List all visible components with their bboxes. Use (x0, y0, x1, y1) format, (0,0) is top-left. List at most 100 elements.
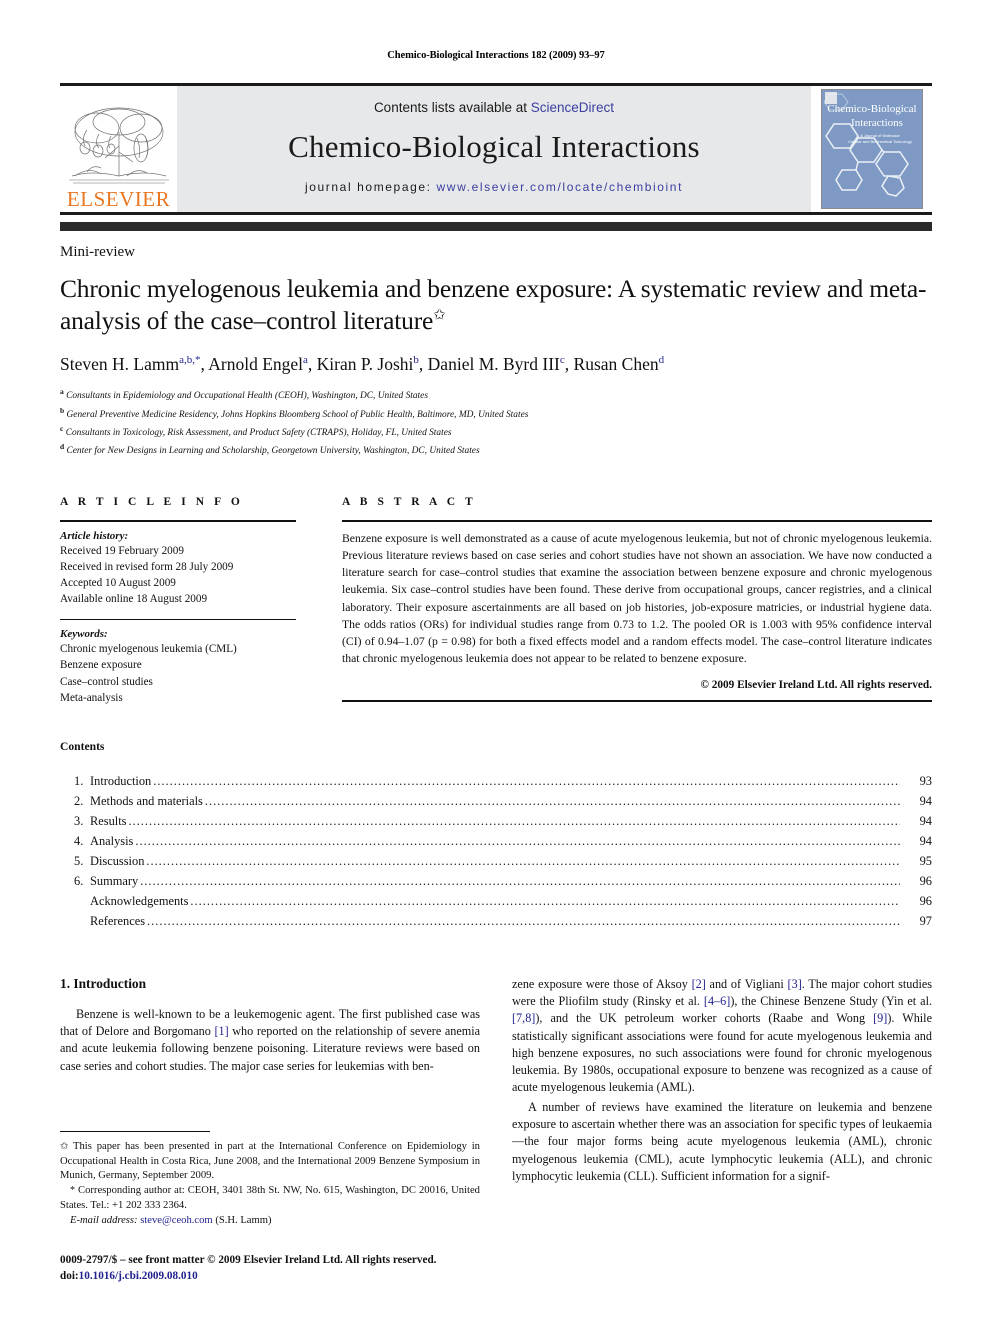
toc-page-number: 94 (919, 793, 932, 808)
doi-label: doi: (60, 1270, 79, 1283)
doi-line: doi:10.1016/j.cbi.2009.08.010 (60, 1268, 480, 1284)
affiliation-mark: d (60, 442, 65, 452)
footnote-separator (60, 1130, 210, 1132)
affiliation-mark: b (60, 405, 65, 415)
toc-entry[interactable]: 5. Discussion ..........................… (60, 851, 932, 871)
toc-number: 4. (74, 834, 84, 849)
history-item: Accepted 10 August 2009 (60, 577, 176, 590)
sciencedirect-link[interactable]: ScienceDirect (531, 100, 614, 115)
toc-number: 3. (74, 813, 84, 828)
email-address-label: E-mail address: (70, 1214, 138, 1226)
abstract-copyright: © 2009 Elsevier Ireland Ltd. All rights … (700, 679, 932, 692)
journal-cover-thumbnail: Chemico-Biological Interactions A Journa… (811, 86, 932, 212)
toc-page-number: 94 (919, 834, 932, 849)
keyword-item: Meta-analysis (60, 691, 123, 704)
affiliation-mark: a (60, 387, 64, 397)
footnote-star-text: This paper has been presented in part at… (60, 1140, 480, 1182)
affiliation-text: Consultants in Toxicology, Risk Assessme… (65, 428, 452, 439)
toc-number: 1. (74, 773, 84, 788)
svg-text:Chemico-Biological: Chemico-Biological (827, 103, 916, 115)
body-paragraph: zene exposure were those of Aksoy [2] an… (512, 976, 933, 1095)
toc-dot-leader: ........................................… (128, 813, 901, 828)
abstract-column: A B S T R A C T Benzene exposure is well… (342, 496, 932, 706)
toc-page-number: 94 (919, 813, 932, 828)
affiliation-item: a Consultants in Epidemiology and Occupa… (60, 386, 932, 404)
body-columns: 1. Introduction Benzene is well-known to… (60, 976, 932, 1285)
section-heading-introduction: 1. Introduction (60, 975, 147, 991)
keyword-item: Benzene exposure (60, 659, 142, 672)
toc-dot-leader: ........................................… (140, 874, 900, 889)
toc-page-number: 97 (919, 914, 932, 929)
history-item: Available online 18 August 2009 (60, 593, 208, 606)
article-page: Chemico-Biological Interactions 182 (200… (0, 0, 992, 1323)
keyword-item: Chronic myelogenous leukemia (CML) (60, 643, 237, 656)
toc-entry[interactable]: 6. Summary .............................… (60, 871, 932, 891)
elsevier-wordmark: ELSEVIER (66, 187, 171, 211)
toc-entry[interactable]: 1. Introduction ........................… (60, 771, 932, 791)
toc-dot-leader: ........................................… (147, 914, 900, 929)
info-rule-top (60, 519, 296, 522)
header-divider-bar (60, 222, 932, 231)
toc-number: 6. (74, 874, 84, 889)
article-info-heading: A R T I C L E I N F O (60, 495, 244, 508)
footnote-corresponding-text: Corresponding author at: CEOH, 3401 38th… (60, 1185, 480, 1212)
abstract-text: Benzene exposure is well demonstrated as… (342, 531, 932, 666)
abstract-heading: A B S T R A C T (342, 495, 477, 508)
author-list: Steven H. Lamma,b,*, Arnold Engela, Kira… (60, 354, 665, 375)
email-owner: (S.H. Lamm) (215, 1214, 272, 1226)
contents-lists-line: Contents lists available at ScienceDirec… (374, 100, 614, 115)
affiliation-text: Consultants in Epidemiology and Occupati… (66, 391, 428, 402)
journal-homepage-line: journal homepage: www.elsevier.com/locat… (305, 180, 683, 194)
toc-entry[interactable]: 3. Results .............................… (60, 811, 932, 831)
article-history-label: Article history: (60, 529, 129, 542)
toc-entry[interactable]: 2. Methods and materials ...............… (60, 791, 932, 811)
affiliation-item: c Consultants in Toxicology, Risk Assess… (60, 423, 932, 441)
affiliation-item: b General Preventive Medicine Residency,… (60, 405, 932, 423)
affiliation-mark: c (60, 424, 64, 434)
toc-label: References (90, 914, 146, 929)
masthead-center: Contents lists available at ScienceDirec… (177, 86, 811, 212)
toc-label: Acknowledgements (90, 894, 189, 909)
toc-label: Results (90, 813, 127, 828)
footnote-star: ✩ This paper has been presented in part … (60, 1140, 480, 1184)
article-info-column: A R T I C L E I N F O Article history: R… (60, 496, 296, 706)
contents-lists-prefix: Contents lists available at (373, 100, 531, 115)
title-footnote-marker: ✩ (433, 307, 446, 324)
info-abstract-block: A R T I C L E I N F O Article history: R… (60, 496, 932, 706)
toc-page-number: 93 (919, 773, 932, 788)
toc-entry[interactable]: Acknowledgements .......................… (60, 891, 932, 911)
toc-page-number: 96 (919, 894, 932, 909)
abstract-rule-bottom (342, 700, 932, 703)
toc-label: Methods and materials (90, 793, 203, 808)
toc-dot-leader: ........................................… (153, 773, 900, 788)
doi-link[interactable]: 10.1016/j.cbi.2009.08.010 (79, 1270, 198, 1282)
contents-heading: Contents (60, 739, 105, 753)
toc-entry[interactable]: 4. Analysis ............................… (60, 831, 932, 851)
affiliation-text: General Preventive Medicine Residency, J… (66, 409, 529, 420)
toc-dot-leader: ........................................… (204, 793, 900, 808)
elsevier-tree-icon (68, 107, 169, 184)
toc-dot-leader: ........................................… (146, 854, 900, 869)
affiliation-item: d Center for New Designs in Learning and… (60, 441, 932, 459)
homepage-url-link[interactable]: www.elsevier.com/locate/chembioint (437, 180, 683, 194)
homepage-label: journal homepage: (304, 180, 432, 194)
journal-cover-image: Chemico-Biological Interactions A Journa… (820, 89, 923, 209)
svg-text:A Journal of Molecular: A Journal of Molecular (860, 133, 900, 138)
toc-label: Analysis (90, 834, 134, 849)
toc-dot-leader: ........................................… (135, 834, 900, 849)
running-head: Chemico-Biological Interactions 182 (200… (387, 50, 605, 61)
article-type-label: Mini-review (60, 244, 135, 260)
toc-label: Introduction (90, 773, 152, 788)
email-link[interactable]: steve@ceoh.com (140, 1215, 212, 1226)
footnote-email: E-mail address: steve@ceoh.com (S.H. Lam… (60, 1214, 480, 1229)
imprint-block: 0009-2797/$ – see front matter © 2009 El… (60, 1252, 480, 1284)
keywords-label: Keywords: (60, 628, 108, 641)
toc-label: Discussion (90, 854, 145, 869)
elsevier-logo: ELSEVIER (60, 86, 177, 212)
toc-entry[interactable]: References .............................… (60, 911, 932, 931)
svg-text:Interactions: Interactions (851, 117, 903, 129)
journal-title: Chemico-Biological Interactions (288, 129, 700, 164)
footnote-star-marker: ✩ (60, 1140, 69, 1152)
toc-dot-leader: ........................................… (190, 894, 900, 909)
toc-page-number: 96 (919, 874, 932, 889)
